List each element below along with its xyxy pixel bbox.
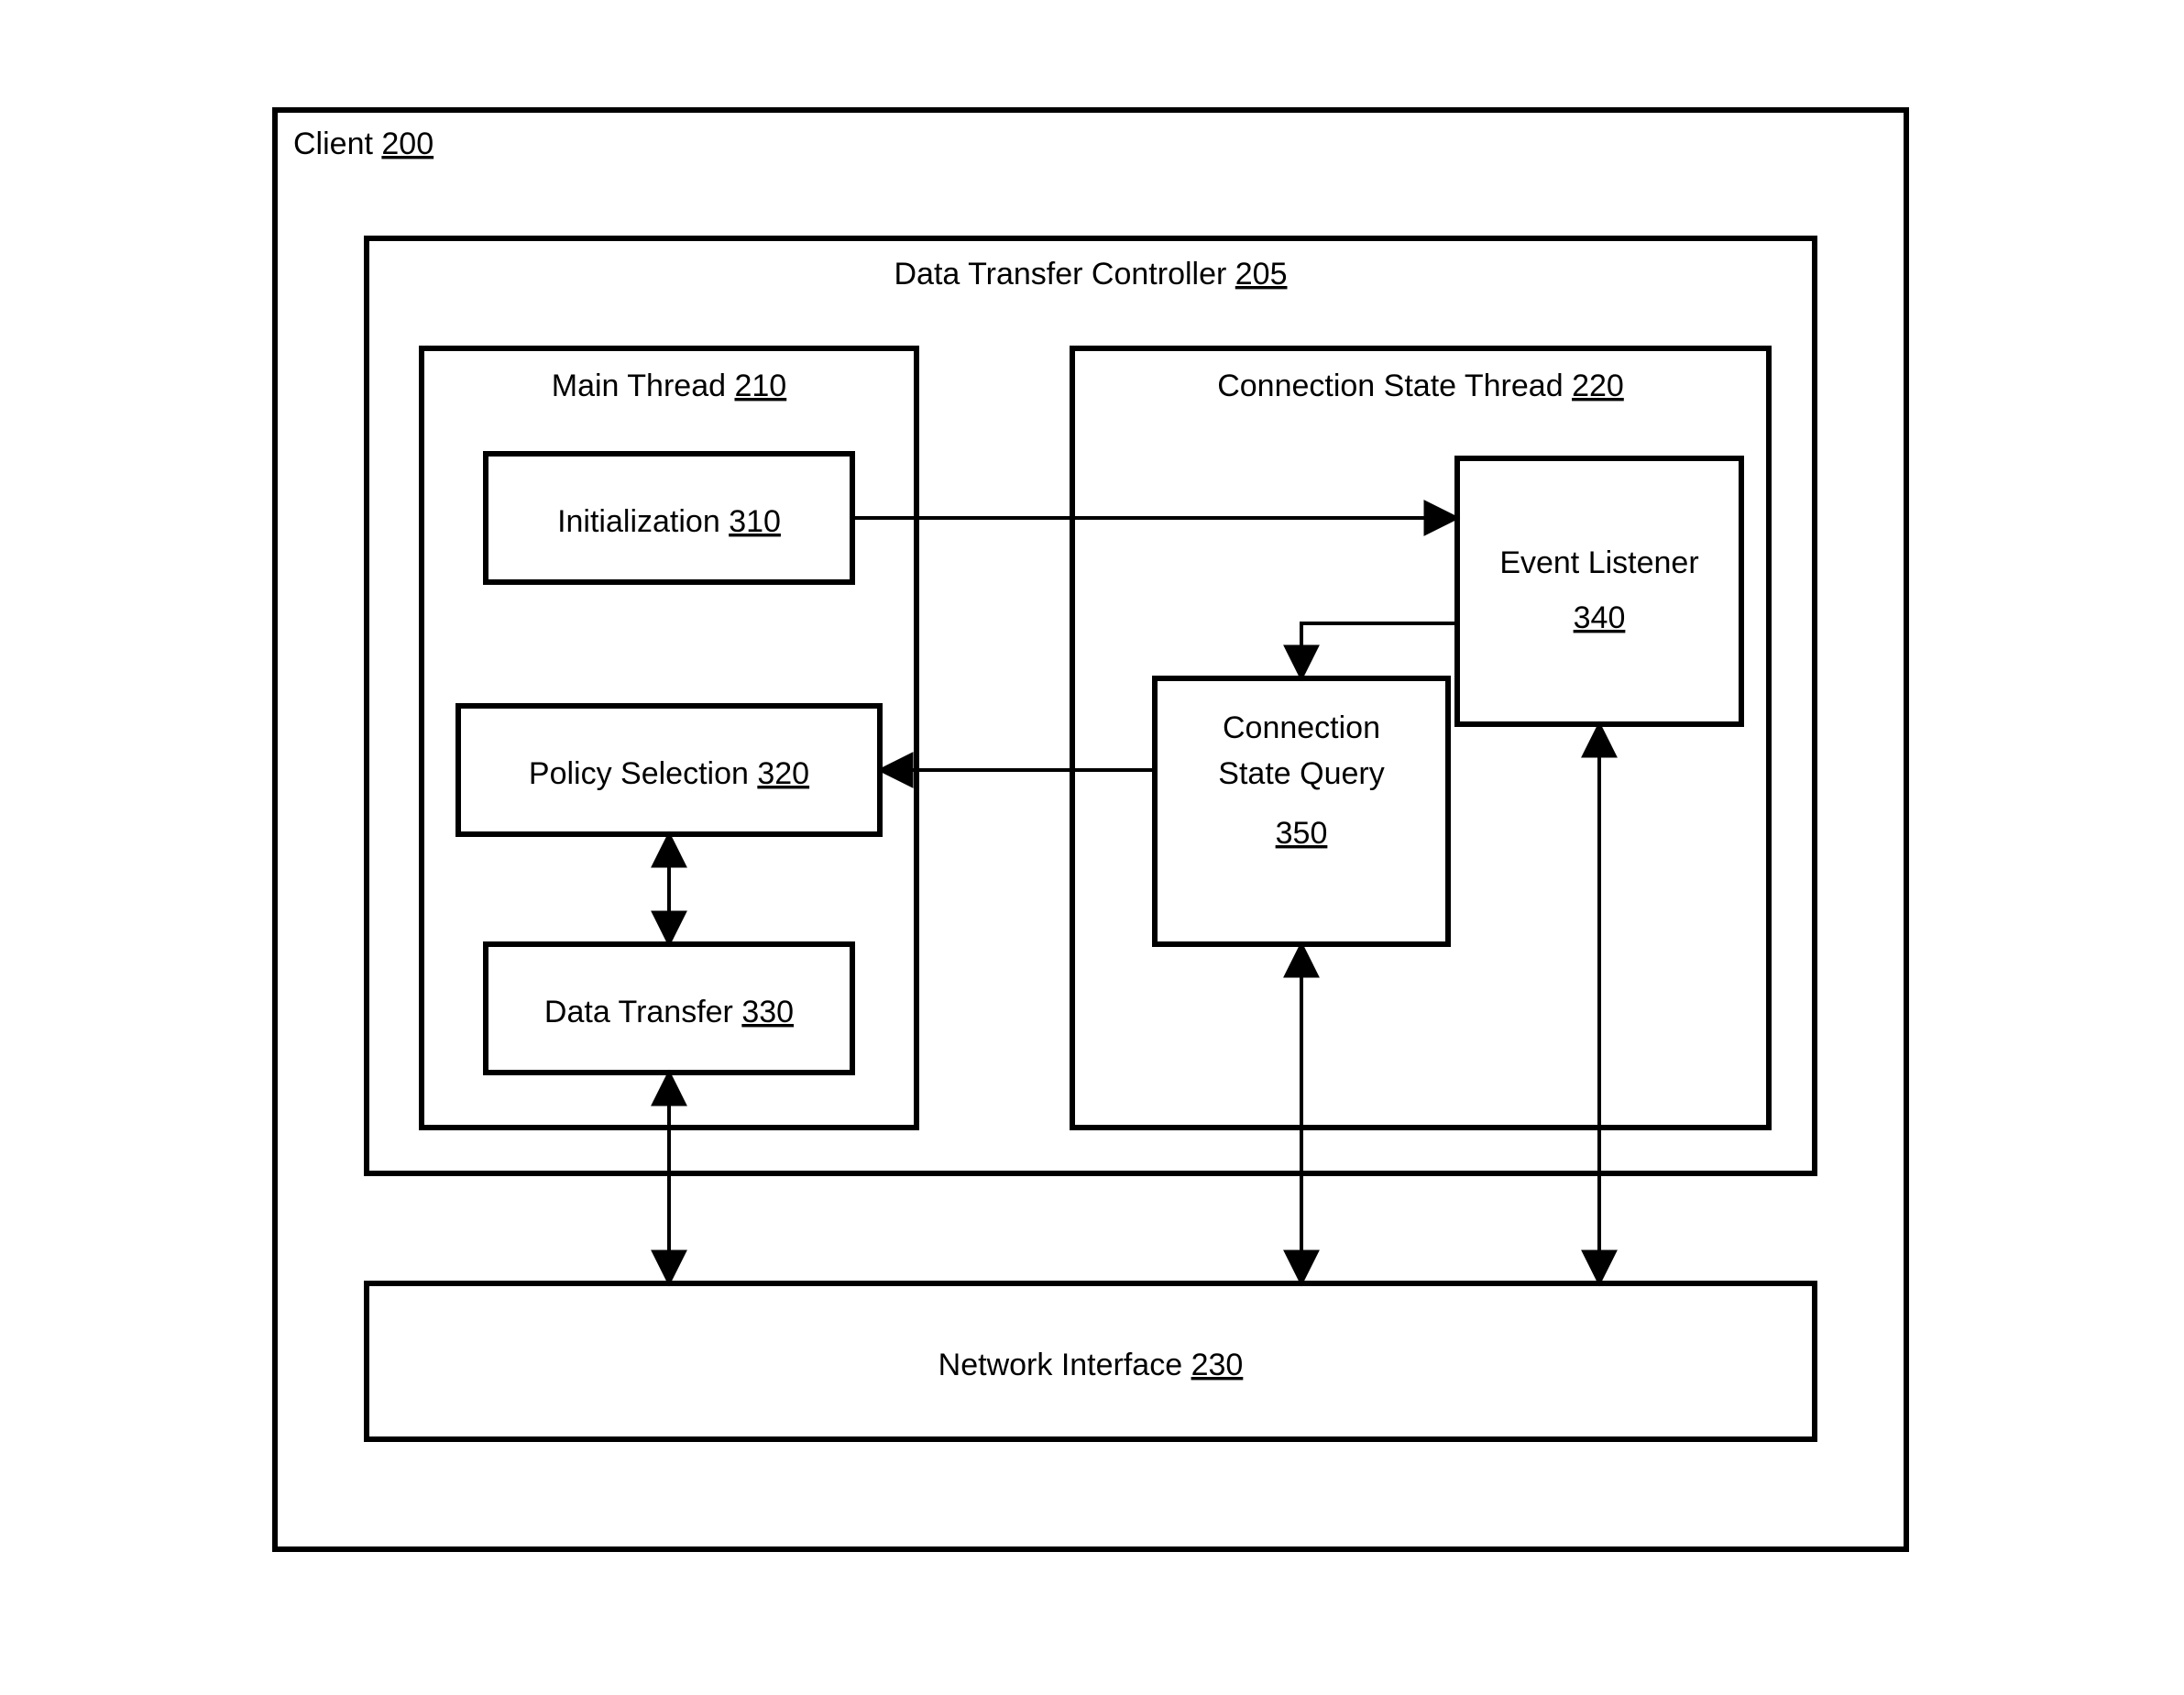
- connection-state-query-num: 350: [1276, 816, 1328, 851]
- svg-text:Main Thread 210: Main Thread 210: [552, 369, 786, 403]
- client-label: Client: [293, 127, 373, 161]
- data-transfer-num: 330: [741, 995, 794, 1029]
- svg-text:Network Interface 23: Network Interface 230: [938, 1348, 1244, 1382]
- svg-text:Event Listener: Event Listener: [1499, 545, 1698, 580]
- initialization-label: Initialization: [557, 504, 720, 539]
- client-box: [275, 110, 1906, 1549]
- event-listener-num: 340: [1574, 600, 1626, 635]
- main-thread-label: Main Thread: [552, 369, 726, 403]
- conn-thread-num: 220: [1572, 369, 1624, 403]
- conn-thread-box: [1072, 348, 1769, 1128]
- conn-thread-label: Connection State Thread: [1217, 369, 1563, 403]
- svg-text:Data Transfer Controller: Data Transfer Controller 205: [894, 257, 1288, 292]
- policy-selection-num: 320: [757, 756, 809, 791]
- client-num: 200: [381, 127, 434, 161]
- architecture-diagram: Client 200 Data Transfer Controller 205 …: [0, 0, 2184, 1695]
- svg-text:Data Transfer 330: Data Transfer 330: [544, 995, 794, 1029]
- svg-text:Policy Selection 320: Policy Selection 320: [529, 756, 809, 791]
- main-thread-num: 210: [734, 369, 786, 403]
- arrow-eventlistener-to-csq: [1301, 623, 1457, 678]
- data-transfer-label: Data Transfer: [544, 995, 733, 1029]
- policy-selection-label: Policy Selection: [529, 756, 749, 791]
- network-interface-label: Network Interface: [938, 1348, 1182, 1382]
- connection-state-query-label2: State Query: [1218, 756, 1384, 791]
- dtc-num: 205: [1235, 257, 1288, 292]
- initialization-num: 310: [729, 504, 781, 539]
- svg-text:Client 200: Client 200: [293, 127, 434, 161]
- event-listener-label: Event Listener: [1499, 545, 1698, 580]
- svg-text:Initialization 310: Initialization 310: [557, 504, 781, 539]
- event-listener-box: [1457, 458, 1741, 724]
- connection-state-query-label1: Connection: [1223, 710, 1380, 745]
- network-interface-num: 230: [1191, 1348, 1244, 1382]
- dtc-label: Data Transfer Controller: [894, 257, 1227, 292]
- svg-text:Connection State Thread: Connection State Thread 220: [1217, 369, 1624, 403]
